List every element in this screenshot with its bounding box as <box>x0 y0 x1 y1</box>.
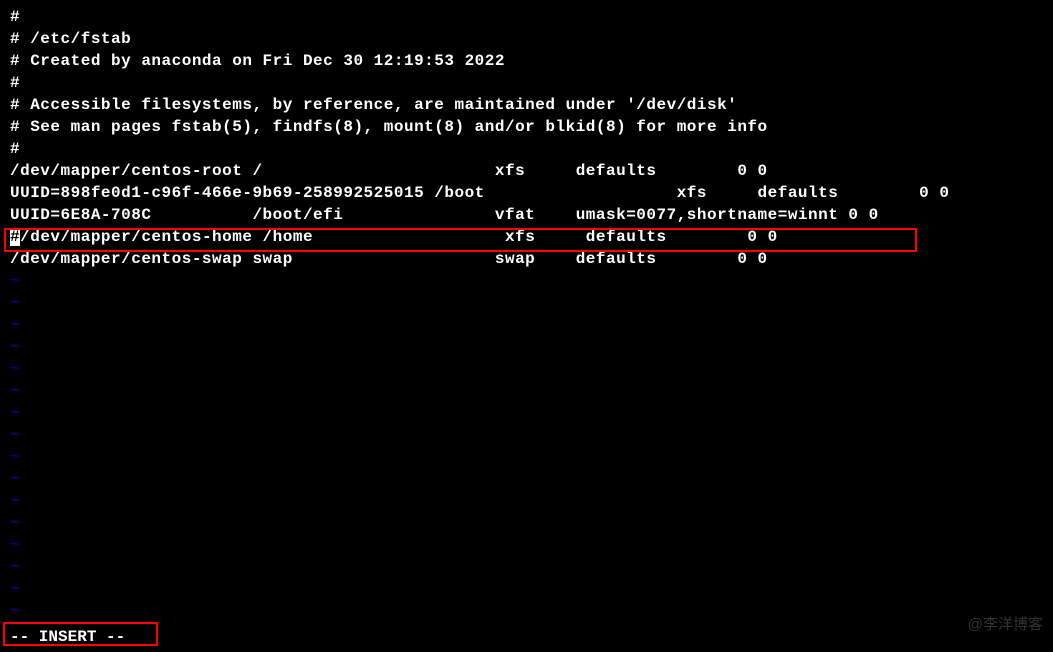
text-line: # Created by anaconda on Fri Dec 30 12:1… <box>10 50 1053 72</box>
text-line: UUID=6E8A-708C /boot/efi vfat umask=0077… <box>10 204 1053 226</box>
vim-mode-indicator: -- INSERT -- <box>10 628 125 646</box>
editor-content[interactable]: # # /etc/fstab # Created by anaconda on … <box>10 6 1053 622</box>
cursor: # <box>10 228 20 246</box>
text-line: UUID=898fe0d1-c96f-466e-9b69-25899252501… <box>10 182 1053 204</box>
empty-line-tilde: ~ <box>10 314 1053 336</box>
empty-line-tilde: ~ <box>10 600 1053 622</box>
empty-line-tilde: ~ <box>10 424 1053 446</box>
empty-line-tilde: ~ <box>10 292 1053 314</box>
text-rest: /dev/mapper/centos-home /home xfs defaul… <box>20 228 778 246</box>
empty-line-tilde: ~ <box>10 534 1053 556</box>
empty-line-tilde: ~ <box>10 270 1053 292</box>
empty-line-tilde: ~ <box>10 490 1053 512</box>
text-line: # Accessible filesystems, by reference, … <box>10 94 1053 116</box>
empty-line-tilde: ~ <box>10 512 1053 534</box>
empty-line-tilde: ~ <box>10 380 1053 402</box>
empty-line-tilde: ~ <box>10 578 1053 600</box>
empty-line-tilde: ~ <box>10 358 1053 380</box>
watermark-text: @李洋博客 <box>968 613 1043 634</box>
empty-line-tilde: ~ <box>10 402 1053 424</box>
text-line: # <box>10 6 1053 28</box>
text-line: # /etc/fstab <box>10 28 1053 50</box>
text-line: # See man pages fstab(5), findfs(8), mou… <box>10 116 1053 138</box>
text-line: /dev/mapper/centos-swap swap swap defaul… <box>10 248 1053 270</box>
text-line-highlighted: #/dev/mapper/centos-home /home xfs defau… <box>10 226 1053 248</box>
text-line: /dev/mapper/centos-root / xfs defaults 0… <box>10 160 1053 182</box>
empty-line-tilde: ~ <box>10 556 1053 578</box>
text-line: # <box>10 138 1053 160</box>
empty-line-tilde: ~ <box>10 468 1053 490</box>
text-line: # <box>10 72 1053 94</box>
empty-line-tilde: ~ <box>10 336 1053 358</box>
empty-line-tilde: ~ <box>10 446 1053 468</box>
